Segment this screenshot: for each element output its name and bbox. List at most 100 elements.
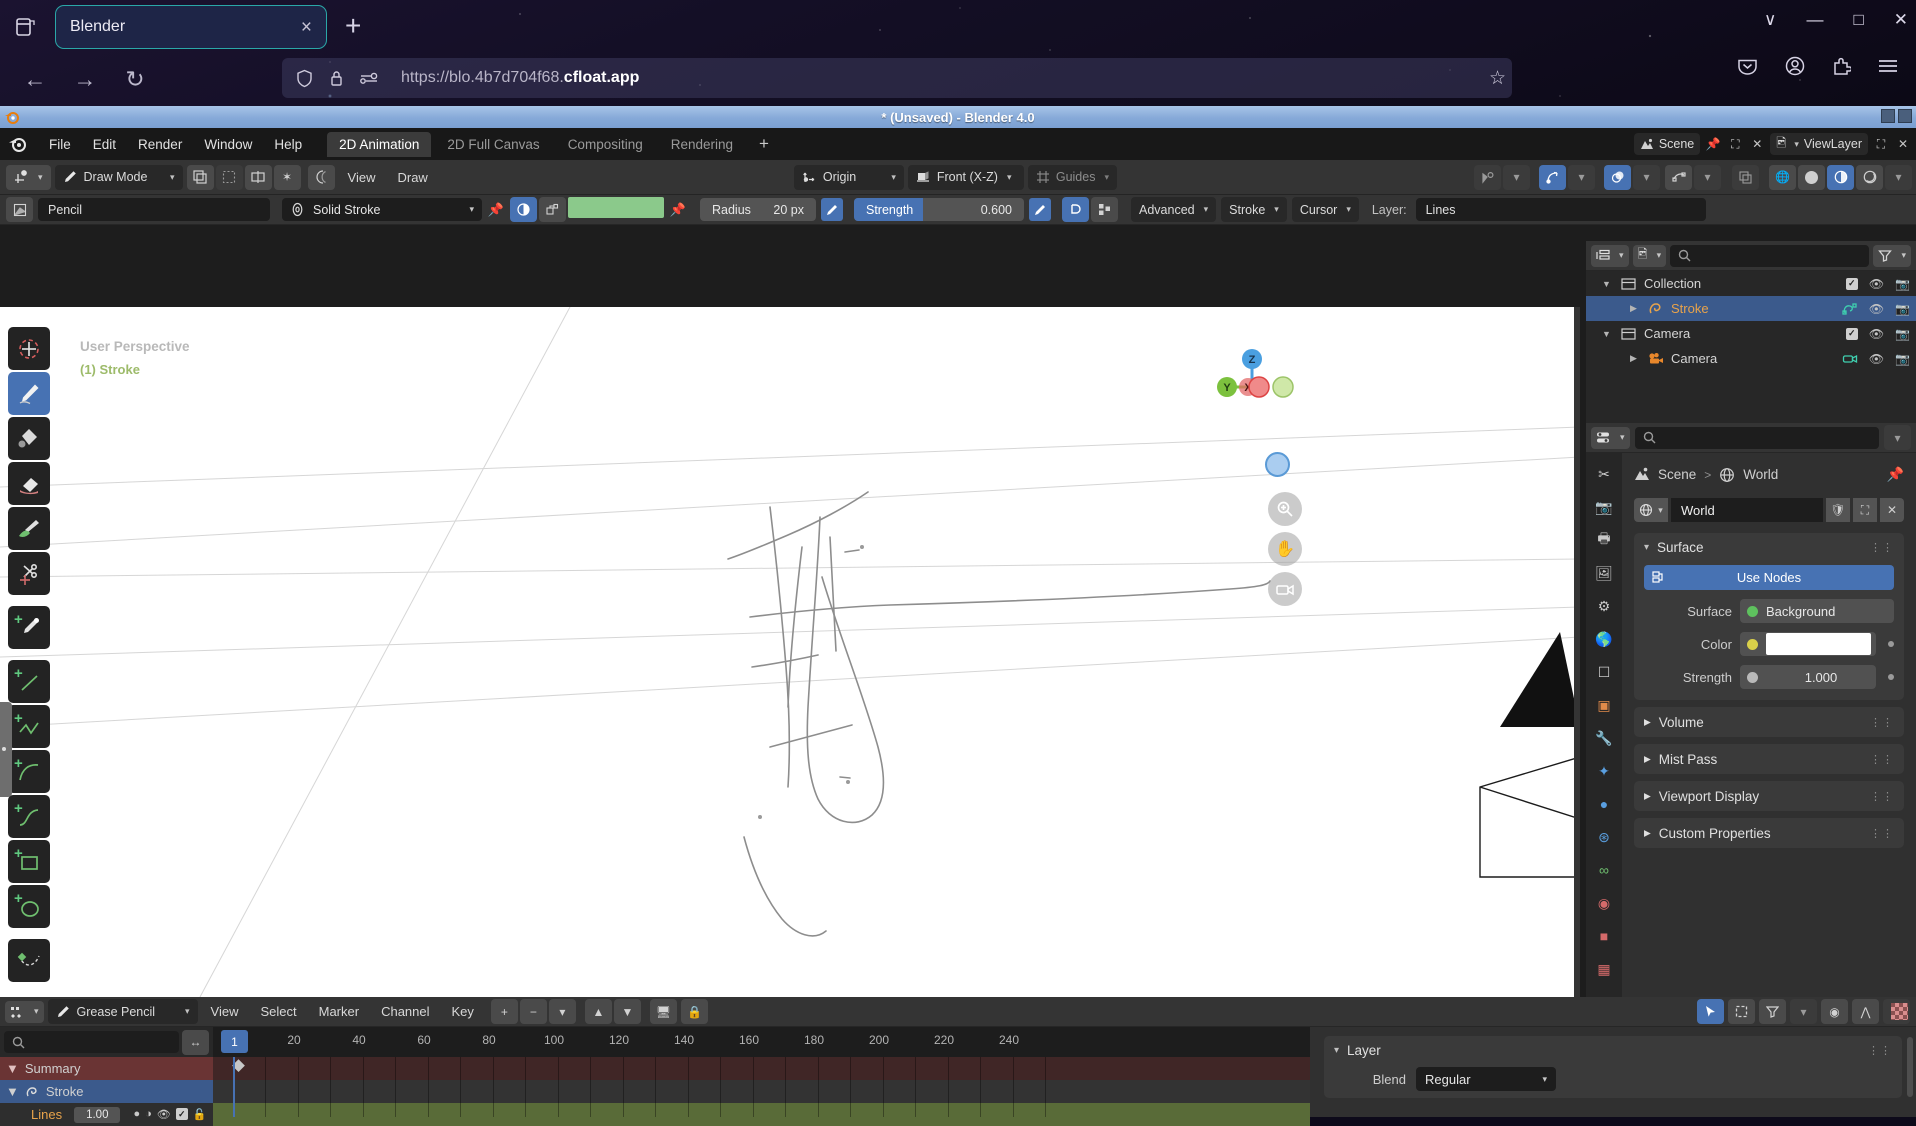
tool-line[interactable]: + bbox=[8, 660, 50, 703]
keyrow-summary[interactable] bbox=[213, 1057, 1310, 1080]
menu-edit[interactable]: Edit bbox=[82, 137, 127, 152]
post-processing-icon[interactable] bbox=[1091, 197, 1118, 222]
dope-menu-key[interactable]: Key bbox=[443, 1004, 483, 1019]
stroke-menu[interactable]: Stroke ▾ bbox=[1221, 197, 1287, 222]
material-paint-icon[interactable] bbox=[539, 197, 566, 222]
tool-draw[interactable] bbox=[8, 372, 50, 415]
custom-properties-panel[interactable]: ▸ Custom Properties ⋮⋮ bbox=[1634, 818, 1904, 848]
brush-name-field[interactable]: Pencil bbox=[38, 198, 270, 221]
eye-icon[interactable]: 👁 bbox=[1869, 327, 1884, 341]
tool-circle[interactable]: + bbox=[8, 885, 50, 928]
rendered-shading-icon[interactable] bbox=[1856, 164, 1883, 190]
solid-shading-icon[interactable] bbox=[1798, 164, 1825, 190]
layer-panel-title-row[interactable]: ▾ Layer ⋮⋮ bbox=[1334, 1043, 1892, 1058]
browser-tab[interactable]: Blender × bbox=[55, 5, 327, 49]
layer-checkbox[interactable]: ✓ bbox=[175, 1108, 188, 1120]
outliner-editor-type[interactable]: ▾ bbox=[1591, 244, 1629, 267]
outliner-search-input[interactable] bbox=[1670, 244, 1870, 267]
mask-icon[interactable]: ◑ bbox=[145, 1108, 152, 1121]
volume-panel[interactable]: ▸ Volume ⋮⋮ bbox=[1634, 707, 1904, 737]
camera-render-icon[interactable]: 📷 bbox=[1895, 352, 1910, 366]
tab-data[interactable]: ◉ bbox=[1593, 892, 1615, 914]
shield-icon[interactable] bbox=[296, 69, 313, 88]
add-workspace-button[interactable]: + bbox=[747, 134, 781, 154]
browse-world-icon[interactable]: ▾ bbox=[1634, 498, 1668, 522]
menu-window[interactable]: Window bbox=[193, 137, 263, 152]
dope-menu-channel[interactable]: Channel bbox=[372, 1004, 438, 1019]
color-value-field[interactable] bbox=[1740, 632, 1876, 656]
forward-icon[interactable]: → bbox=[70, 66, 100, 93]
filter-icon[interactable] bbox=[1759, 999, 1786, 1024]
select-cursor-icon[interactable] bbox=[1697, 999, 1724, 1024]
tab-scene[interactable]: ⚙ bbox=[1593, 595, 1615, 617]
material-selector[interactable]: Solid Stroke ▾ bbox=[282, 198, 482, 221]
dopesheet-keyframe-area[interactable] bbox=[213, 1057, 1310, 1126]
tab-rendering[interactable]: Rendering bbox=[659, 132, 745, 157]
expand-triangle-icon[interactable]: ▼ bbox=[6, 1084, 19, 1099]
expand-channels-icon[interactable]: ↔ bbox=[182, 1029, 209, 1055]
permissions-icon[interactable] bbox=[360, 71, 379, 85]
world-name-field[interactable]: World bbox=[1671, 498, 1823, 522]
cursor-menu[interactable]: Cursor ▾ bbox=[1291, 197, 1359, 222]
tab-2d-animation[interactable]: 2D Animation bbox=[327, 131, 432, 157]
wireframe-shading-icon[interactable]: 🌐 bbox=[1769, 164, 1796, 190]
blend-selector[interactable]: Regular ▾ bbox=[1416, 1067, 1556, 1091]
fake-user-shield-icon[interactable]: 🛡 bbox=[1826, 498, 1850, 522]
toggle-xray-icon[interactable] bbox=[1732, 164, 1759, 190]
select-point-icon[interactable] bbox=[186, 164, 214, 190]
back-icon[interactable]: ← bbox=[20, 66, 50, 93]
viewport-display-panel[interactable]: ▸ Viewport Display ⋮⋮ bbox=[1634, 781, 1904, 811]
tab-effects[interactable]: ✦ bbox=[1593, 760, 1615, 782]
onion-skin-icon[interactable]: ● bbox=[133, 1108, 140, 1121]
menu-file[interactable]: File bbox=[38, 137, 82, 152]
tab-object[interactable]: ▣ bbox=[1593, 694, 1615, 716]
minimize-icon[interactable]: — bbox=[1806, 10, 1823, 30]
menu-render[interactable]: Render bbox=[127, 137, 193, 152]
radius-field[interactable]: Radius 20 px bbox=[700, 198, 816, 221]
lock-icon[interactable]: 🔒 bbox=[680, 999, 708, 1024]
eye-icon[interactable]: 👁 bbox=[157, 1108, 171, 1121]
camera-render-icon[interactable]: 📷 bbox=[1895, 302, 1910, 316]
chevron-down-icon[interactable]: ▾ bbox=[1503, 164, 1530, 190]
3d-viewport[interactable]: User Perspective (1) Stroke + + + + + + … bbox=[0, 307, 1580, 997]
tool-tint[interactable] bbox=[8, 507, 50, 550]
close-window-icon[interactable]: ✕ bbox=[1894, 10, 1908, 30]
chevron-down-icon[interactable]: ▾ bbox=[1790, 999, 1817, 1024]
keyrow-lines[interactable] bbox=[213, 1103, 1310, 1126]
expand-triangle-icon[interactable]: ▼ bbox=[1600, 329, 1613, 339]
tab-tool[interactable]: ✂ bbox=[1593, 463, 1615, 485]
surface-panel-header[interactable]: ▾ Surface ⋮⋮ bbox=[1644, 540, 1894, 555]
tab-2d-full-canvas[interactable]: 2D Full Canvas bbox=[435, 132, 551, 157]
maximize-icon[interactable]: □ bbox=[1853, 10, 1863, 30]
exclude-checkbox[interactable]: ✓ bbox=[1845, 327, 1858, 340]
tab-particles[interactable]: ● bbox=[1593, 793, 1615, 815]
pin-scene-icon[interactable]: 📌 bbox=[1704, 135, 1722, 153]
camera-view-icon[interactable] bbox=[1268, 572, 1302, 606]
playhead[interactable] bbox=[233, 1057, 235, 1117]
gizmo-icon[interactable] bbox=[1539, 164, 1566, 190]
reload-icon[interactable]: ↻ bbox=[120, 66, 150, 93]
select-stroke-icon[interactable] bbox=[215, 164, 243, 190]
menu-help[interactable]: Help bbox=[263, 137, 313, 152]
mist-pass-panel[interactable]: ▸ Mist Pass ⋮⋮ bbox=[1634, 744, 1904, 774]
xray-icon[interactable] bbox=[1665, 164, 1692, 190]
only-show-selected-icon[interactable]: 🖥 bbox=[649, 999, 677, 1024]
channel-summary[interactable]: ▼ Summary bbox=[0, 1057, 213, 1080]
remove-keyframe-icon[interactable]: − bbox=[519, 999, 547, 1024]
dope-menu-select[interactable]: Select bbox=[251, 1004, 305, 1019]
tab-world[interactable]: 🌎 bbox=[1593, 628, 1615, 650]
tool-tweak[interactable] bbox=[8, 327, 50, 370]
tab-constraints[interactable]: ∞ bbox=[1593, 859, 1615, 881]
breadcrumb-world[interactable]: World bbox=[1743, 467, 1778, 482]
eye-icon[interactable]: 👁 bbox=[1869, 277, 1884, 291]
use-nodes-button[interactable]: Use Nodes bbox=[1644, 565, 1894, 590]
orientation-selector[interactable]: Front (X-Z) ▾ bbox=[907, 164, 1024, 190]
close-icon[interactable]: × bbox=[301, 18, 312, 37]
navigation-gizmo[interactable]: Z Y X bbox=[1202, 337, 1302, 437]
expand-triangle-icon[interactable]: ▼ bbox=[6, 1061, 19, 1076]
lock-icon[interactable] bbox=[329, 69, 344, 87]
strength-field[interactable]: Strength 0.600 bbox=[854, 198, 1024, 221]
pin-material-icon[interactable]: 📌 bbox=[487, 198, 505, 221]
box-select-icon[interactable] bbox=[1728, 999, 1755, 1024]
select-segment-icon[interactable] bbox=[244, 164, 272, 190]
